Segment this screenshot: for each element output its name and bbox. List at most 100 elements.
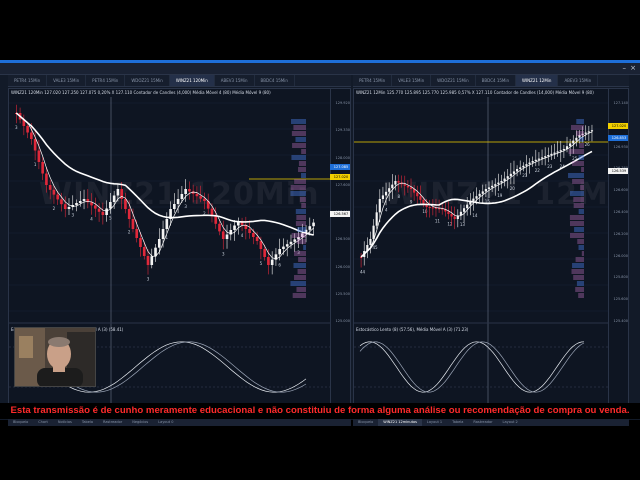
candle-body — [422, 199, 425, 204]
right-price-label: 126.000 — [613, 253, 628, 258]
right-bottom-tab[interactable]: Layout 2 — [498, 418, 523, 426]
volume-profile-bar — [294, 251, 306, 256]
candle-body — [384, 191, 388, 196]
volume-profile-bar — [568, 173, 584, 178]
candle-body — [233, 225, 236, 230]
volume-profile-bar — [575, 257, 584, 262]
right-price-label: 127.140 — [613, 101, 628, 105]
candle-body — [52, 189, 56, 195]
volume-profile-bar — [573, 203, 584, 208]
left-price-axis[interactable]: 129.920129.330128.000127.600127.000126.5… — [330, 89, 350, 411]
left-chart-tab[interactable]: WDOZ21 15Min — [125, 75, 170, 86]
candle-body — [397, 181, 400, 183]
candle-body — [556, 151, 559, 153]
candle-body — [569, 143, 572, 147]
left-chart-tab[interactable]: BBDC4 15Min — [255, 75, 295, 86]
volume-profile-bar — [295, 137, 306, 142]
left-price-label: 126.000 — [335, 264, 350, 269]
left-bottom-tab[interactable]: Rastreador — [98, 418, 127, 426]
volume-profile-bar — [573, 275, 584, 280]
left-bottom-tab[interactable]: Tabela — [77, 418, 98, 426]
volume-profile-bar — [290, 281, 306, 286]
candle-body — [553, 152, 556, 154]
right-price-axis[interactable]: 127.140127.060126.930126.760126.600126.4… — [608, 89, 628, 411]
candle-body — [491, 185, 494, 188]
left-price-label: 125.000 — [335, 319, 350, 323]
volume-profile-bar — [577, 239, 584, 244]
candle-count-label: 3 — [71, 212, 74, 217]
candle-body — [369, 239, 372, 245]
candle-body — [252, 233, 255, 237]
left-chart-tab[interactable]: ABEV3 15Min — [215, 75, 255, 86]
volume-profile-bar — [290, 119, 306, 124]
candle-body — [522, 165, 525, 168]
candle-body — [26, 126, 29, 133]
right-chart-tab[interactable]: PETR4 15Min — [353, 75, 393, 86]
candle-body — [484, 189, 487, 192]
candle-count-label: 6 — [278, 262, 281, 267]
candle-count-label: 26 — [585, 142, 591, 147]
left-chart-tab[interactable]: PETR4 15Min — [86, 75, 126, 86]
candle-body — [453, 216, 456, 219]
right-chart-tab[interactable]: VALE3 15Min — [392, 75, 432, 86]
right-chart-tab[interactable]: WDOZ21 15Min — [431, 75, 476, 86]
minimize-button[interactable]: – — [623, 64, 627, 72]
candle-body — [388, 188, 391, 192]
candle-body — [584, 132, 587, 134]
left-bottom-tab[interactable]: Chart — [33, 418, 53, 426]
candle-count-label: 8 — [397, 194, 400, 199]
candle-count-label: 4 — [241, 233, 244, 238]
candle-body — [109, 202, 112, 209]
candle-body — [293, 239, 297, 242]
right-bottom-tab[interactable]: Rastreador — [468, 418, 497, 426]
volume-profile-bar — [573, 197, 584, 202]
left-bottom-tab[interactable]: Bloqueio — [8, 418, 33, 426]
right-bottom-tab[interactable]: Bloqueio — [353, 418, 378, 426]
candle-body — [285, 244, 289, 247]
left-chart-tab[interactable]: VALE3 15Min — [47, 75, 87, 86]
candle-body — [391, 184, 394, 189]
candle-body — [124, 199, 127, 209]
right-bottom-tab[interactable]: WINZ21 12minutos — [378, 418, 422, 426]
moving-average-slow — [15, 112, 314, 236]
left-bottom-tab[interactable]: Notícias — [53, 418, 77, 426]
volume-profile-bar — [572, 179, 584, 184]
candle-body — [112, 195, 116, 202]
candle-body — [462, 208, 466, 212]
right-chart-pane[interactable]: WINZ21 12Min 125.770 125.895 125.770 125… — [353, 88, 629, 418]
candle-body — [506, 176, 509, 179]
candle-body — [120, 189, 123, 199]
candle-count-label: 12 — [447, 221, 453, 226]
right-price-tag: 126.853 — [608, 135, 628, 141]
left-chart-tab[interactable]: WINZ21 120Min — [169, 75, 215, 86]
volume-profile-bar — [295, 209, 306, 214]
candle-body — [525, 164, 528, 166]
left-chart-tab[interactable]: PETR4 15Min — [8, 75, 48, 86]
right-chart-tab[interactable]: ABEV3 15Min — [558, 75, 599, 86]
candle-body — [587, 131, 590, 133]
right-chart-tab[interactable]: BBDC4 15Min — [476, 75, 517, 86]
volume-profile-bar — [290, 185, 306, 190]
candle-body — [33, 139, 37, 151]
candle-body — [419, 196, 422, 200]
right-price-chart[interactable]: 4445489101112 1314151920212223 242526 — [354, 89, 629, 418]
presenter-image — [15, 328, 95, 386]
candle-count-label: 3 — [184, 204, 187, 209]
left-bottom-tab[interactable]: Layout 0 — [153, 418, 178, 426]
menu-bar: – × — [0, 63, 640, 75]
volume-profile-bar — [581, 167, 584, 172]
candle-body — [381, 195, 385, 199]
volume-profile-bar — [294, 179, 306, 184]
right-bottom-tab[interactable]: Layout 1 — [422, 418, 447, 426]
right-price-tag: 127.020 — [608, 123, 628, 129]
right-chart-tab[interactable]: WINZ21 12Min — [516, 75, 559, 86]
volume-profile-bar — [293, 125, 306, 130]
candle-body — [146, 256, 150, 265]
right-bottom-tab[interactable]: Tabela — [447, 418, 468, 426]
volume-profile-bar — [291, 233, 306, 238]
left-bottom-tab[interactable]: Negócios — [127, 418, 153, 426]
candle-body — [188, 189, 191, 192]
candle-body — [547, 155, 550, 157]
candle-count-label: 20 — [510, 186, 516, 191]
close-button[interactable]: × — [630, 64, 636, 72]
